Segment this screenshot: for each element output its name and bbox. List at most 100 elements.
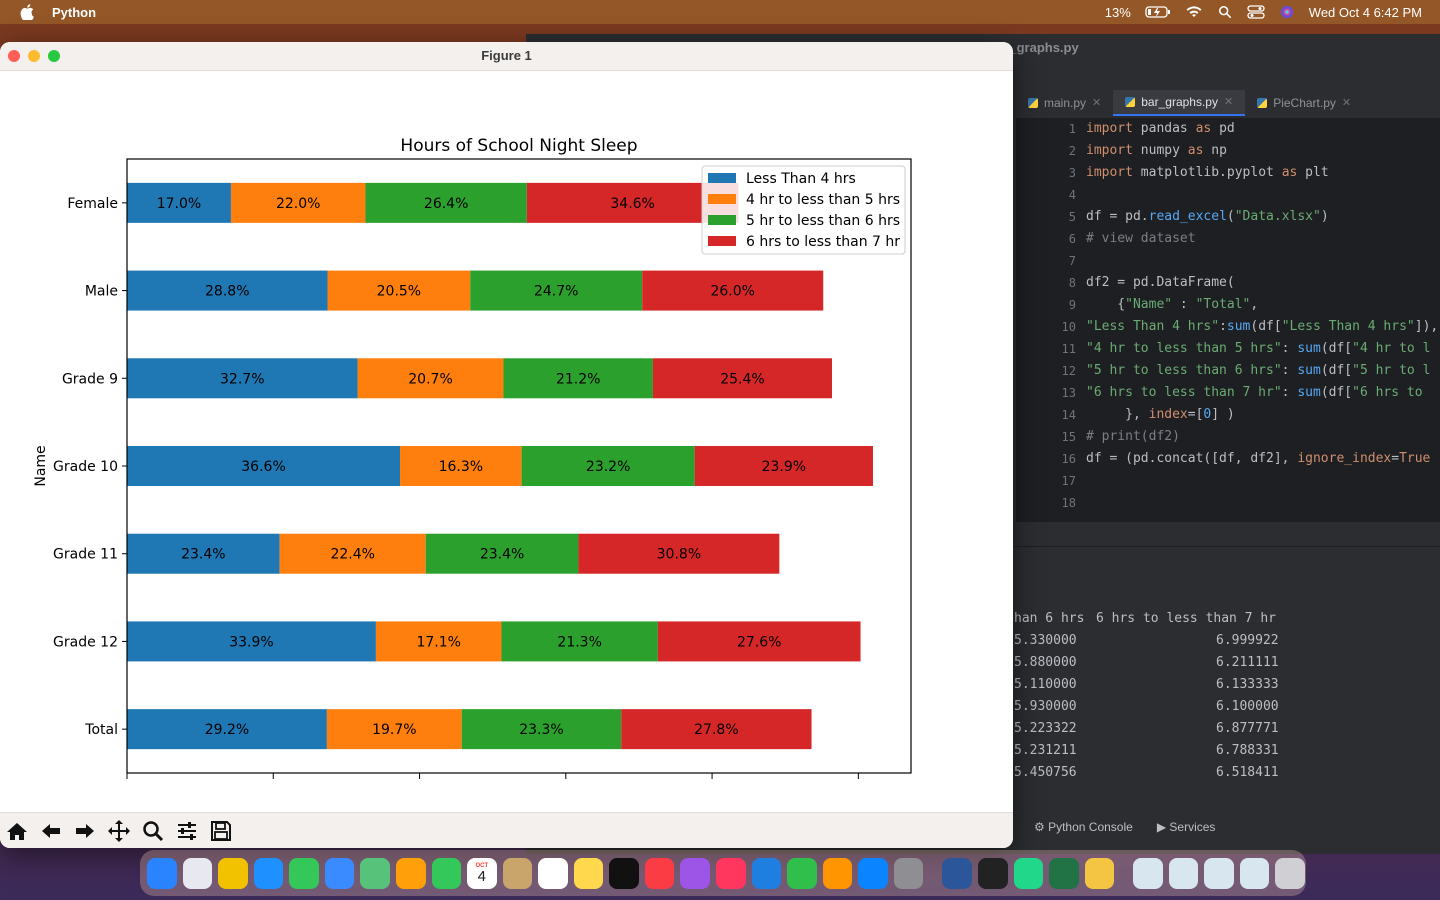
dock-app-contacts[interactable] [502,857,533,889]
chart-title: Hours of School Night Sleep [400,136,637,156]
dock-app-trash[interactable] [1275,857,1305,889]
bar-data-label: 21.3% [557,634,601,650]
dock-app-pycharm[interactable] [1013,857,1044,889]
active-app-name[interactable]: Python [52,5,96,20]
home-icon[interactable] [0,816,34,846]
zoom-icon[interactable] [136,816,170,846]
console-cell: 6 hrs to less than 7 hr [1096,611,1277,626]
bar-data-label: 17.1% [416,634,460,650]
dock-app-excel[interactable] [1049,857,1079,889]
line-number: 14 [1061,408,1076,422]
dock-app-chrome[interactable] [218,857,248,889]
dock-app-notes[interactable] [573,857,604,889]
y-tick-label: Grade 10 [53,459,118,475]
siri-icon[interactable] [1279,5,1295,19]
dock-app-tv[interactable] [609,857,639,889]
dock-app-word[interactable] [942,857,972,889]
editor-tab-bar-graphs[interactable]: bar_graphs.py ✕ [1113,89,1246,116]
line-number: 18 [1061,496,1076,510]
bar-data-label: 21.2% [556,371,600,387]
figure-title: Figure 1 [481,48,532,63]
line-number: 15 [1061,430,1076,444]
wifi-icon[interactable] [1185,5,1203,19]
dock-app-folder[interactable] [1204,857,1234,889]
matplotlib-toolbar [0,812,1013,848]
close-tab-icon[interactable]: ✕ [1092,90,1101,116]
back-icon[interactable] [34,816,68,846]
bar-data-label: 33.9% [229,634,273,650]
clock-datetime[interactable]: Wed Oct 4 6:42 PM [1309,5,1422,20]
editor-tab-label: PieChart.py [1273,96,1336,110]
dock-app-safari[interactable] [253,857,284,889]
dock-app-system-settings[interactable] [893,857,924,889]
legend-entry: 6 hrs to less than 7 hr [746,234,900,250]
line-number: 11 [1061,342,1076,356]
zoom-window-button[interactable] [48,50,60,62]
console-cell: 5.110000 [1014,677,1077,692]
dock-app-folder[interactable] [1168,857,1199,889]
bar-data-label: 32.7% [220,371,264,387]
configure-icon[interactable] [170,816,204,846]
bar-data-label: 23.2% [586,459,630,475]
editor-tab-main[interactable]: main.py ✕ [1016,90,1113,116]
menu-bar: Python 13% Wed Oct 4 6:42 PM [0,0,1440,24]
line-number: 6 [1068,232,1076,246]
console-cell: 5.450756 [1014,765,1077,780]
pan-icon[interactable] [102,816,136,846]
dock-app-facetime[interactable] [431,857,462,889]
legend-entry: 5 hr to less than 6 hrs [746,213,900,229]
calendar-day: 4 [477,867,487,885]
ide-bottom-toolbar: ⚙ Python Console ▶ Services [1014,814,1440,840]
dock-app-terminal[interactable] [977,857,1008,889]
services-tool[interactable]: ▶ Services [1157,820,1216,834]
apple-menu-icon[interactable] [20,4,34,20]
python-file-icon [1257,98,1268,108]
close-tab-icon[interactable]: ✕ [1342,90,1351,116]
dock-app-music[interactable] [644,857,675,889]
dock-app-downloads[interactable] [1239,857,1270,889]
forward-icon[interactable] [68,816,102,846]
python-console-tool[interactable]: ⚙ Python Console [1034,820,1133,834]
dock-app-maps[interactable] [360,857,390,889]
minimize-window-button[interactable] [28,50,40,62]
bar-data-label: 22.0% [276,196,320,212]
close-window-button[interactable] [8,50,20,62]
line-number: 16 [1061,452,1076,466]
dock-app-photos[interactable] [395,857,426,889]
dock-app-calendar[interactable]: OCT 4 [467,857,497,889]
dock-app-mail[interactable] [324,857,355,889]
line-number: 10 [1061,320,1076,334]
editor-tab-PieChart[interactable]: PieChart.py ✕ [1245,90,1363,116]
close-tab-icon[interactable]: ✕ [1224,89,1233,115]
bar-data-label: 16.3% [439,459,483,475]
dock-app-finder[interactable] [147,857,177,889]
console-cell: 6.999922 [1216,633,1279,648]
dock-app-messages[interactable] [289,857,319,889]
battery-icon[interactable] [1145,5,1171,19]
console-cell: 5.231211 [1014,743,1077,758]
bar-data-label: 26.4% [424,196,468,212]
console-cell: 6.877771 [1216,721,1279,736]
dock-app-reminders[interactable] [538,857,568,889]
bar-data-label: 20.7% [408,371,452,387]
bar-data-label: 28.8% [205,284,249,300]
dock-app-python[interactable] [1084,857,1115,889]
dock-app-launchpad[interactable] [182,857,213,889]
console-cell: 6.788331 [1216,743,1279,758]
legend-swatch [708,194,736,204]
legend-swatch [708,236,736,246]
dock-app-news[interactable] [716,857,746,889]
dock-app-keynote[interactable] [751,857,782,889]
dock-app-numbers[interactable] [787,857,817,889]
code-editor[interactable]: import pandas as pd import numpy as np i… [1086,118,1440,522]
spotlight-search-icon[interactable] [1217,5,1233,19]
line-number: 13 [1061,386,1076,400]
dock-app-podcasts[interactable] [680,857,710,889]
dock-app-folder[interactable] [1133,857,1163,889]
control-center-icon[interactable] [1247,5,1265,19]
save-icon[interactable] [204,816,238,846]
dock-app-pages[interactable] [822,857,853,889]
editor-tab-label: main.py [1044,96,1087,110]
bar-data-label: 23.4% [181,547,225,563]
dock-app-app-store[interactable] [858,857,888,889]
